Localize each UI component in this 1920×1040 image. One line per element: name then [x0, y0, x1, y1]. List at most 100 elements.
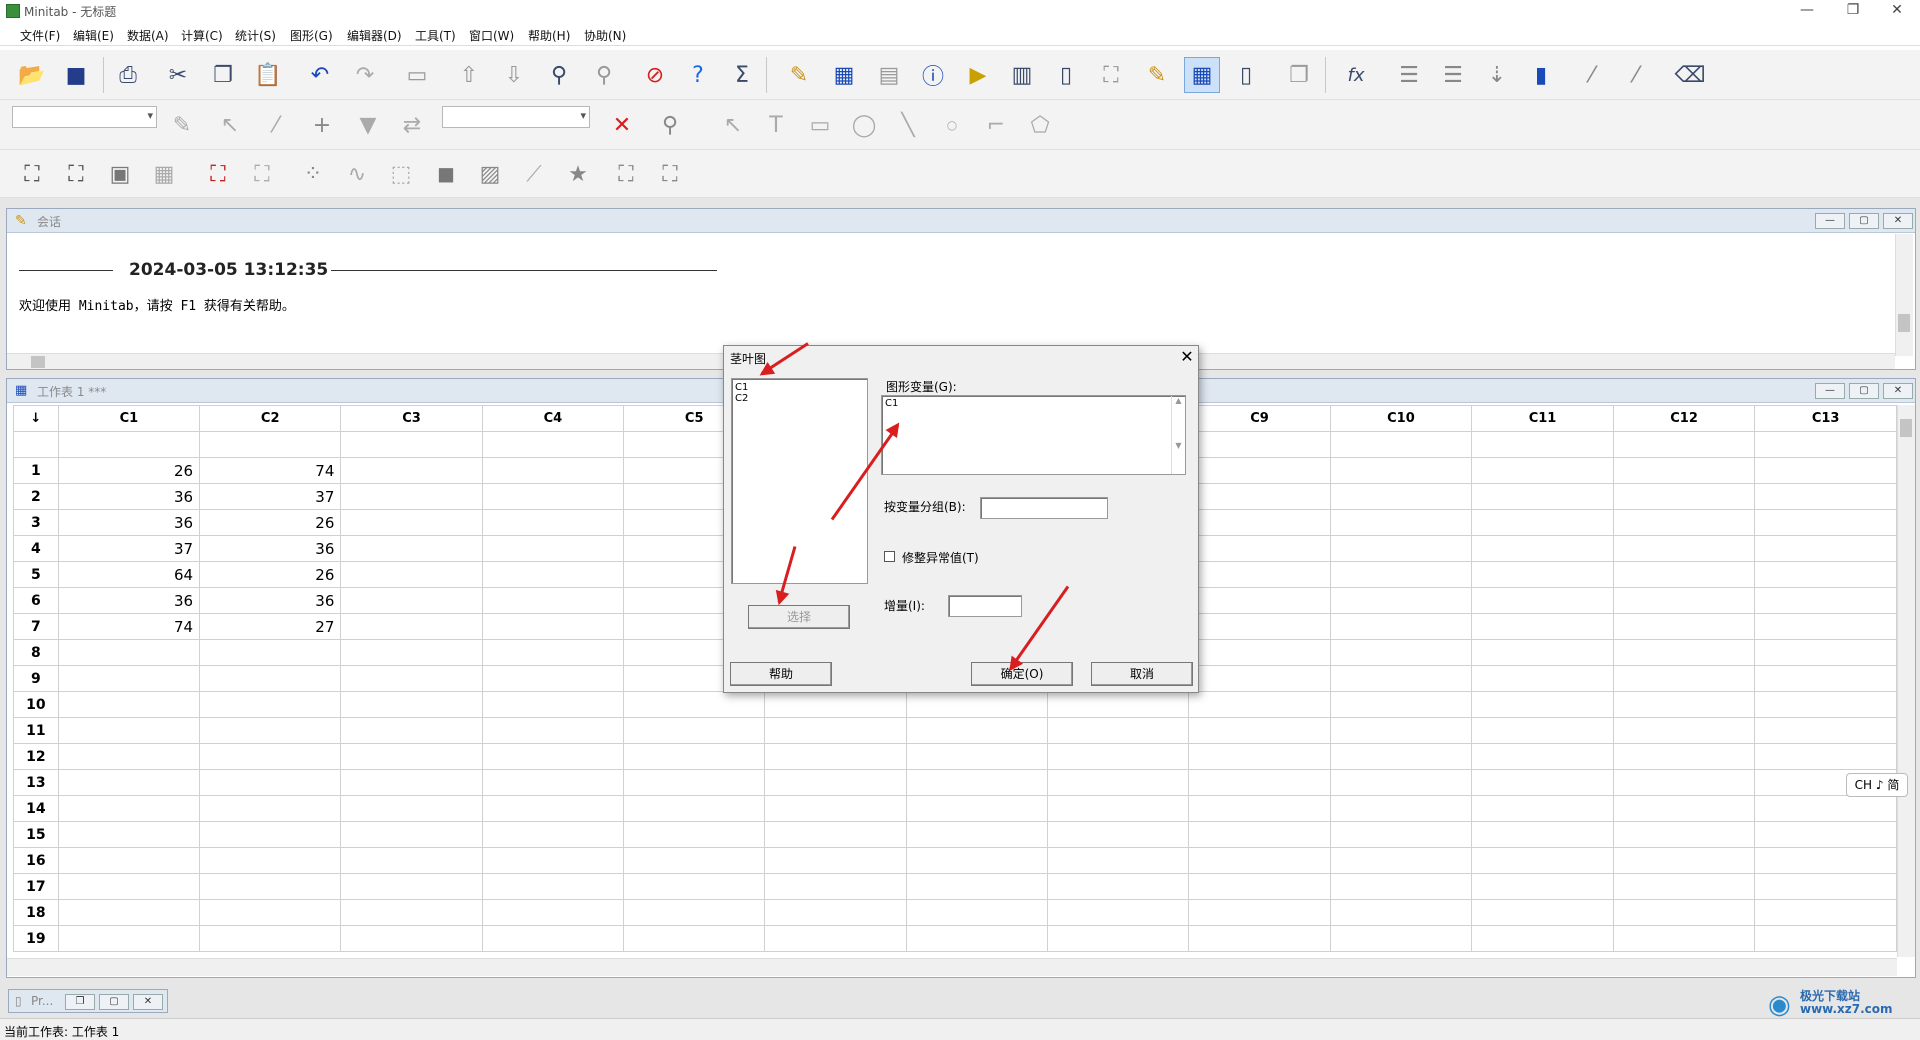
polyline-tool-icon[interactable]: ⌐ [978, 107, 1014, 143]
data-cell[interactable] [905, 769, 1049, 796]
data-cell[interactable] [764, 717, 907, 744]
column-name-cell[interactable] [1754, 431, 1897, 458]
data-cell[interactable] [481, 483, 625, 510]
column-name-cell[interactable] [481, 431, 625, 458]
data-cell[interactable] [481, 873, 625, 900]
row-number[interactable]: 5 [13, 561, 59, 588]
menu-calc[interactable]: 计算(C) [181, 27, 223, 44]
data-cell[interactable] [481, 795, 625, 822]
data-cell[interactable] [481, 561, 625, 588]
data-cell[interactable] [340, 509, 483, 536]
row-number[interactable]: 6 [13, 587, 59, 614]
graph-select-combo[interactable] [12, 106, 157, 128]
cancel-icon[interactable]: ⊘ [637, 57, 673, 93]
data-cell[interactable] [199, 639, 342, 666]
data-cell[interactable] [1471, 639, 1614, 666]
row-number[interactable]: 10 [13, 691, 59, 718]
data-cell[interactable] [1329, 925, 1473, 952]
data-cell[interactable] [1329, 561, 1473, 588]
polygon-tool-icon[interactable]: ⬠ [1022, 107, 1058, 143]
data-cell[interactable] [340, 457, 483, 484]
data-cell[interactable] [481, 925, 625, 952]
data-cell[interactable] [1612, 639, 1756, 666]
data-cell[interactable] [1188, 561, 1331, 588]
data-cell[interactable] [57, 847, 201, 874]
data-cell[interactable] [1047, 743, 1190, 770]
info-icon[interactable]: ⓘ [915, 57, 951, 93]
paint-icon[interactable]: ⁄ [258, 107, 294, 143]
data-cell[interactable] [1329, 509, 1473, 536]
data-cell[interactable] [905, 925, 1049, 952]
data-cell[interactable] [1188, 639, 1331, 666]
data-cell[interactable] [199, 691, 342, 718]
restore-button[interactable]: ❐ [65, 994, 95, 1010]
data-cell[interactable] [623, 795, 766, 822]
data-cell[interactable] [1754, 847, 1897, 874]
data-cell[interactable] [1329, 639, 1473, 666]
row-number[interactable]: 9 [13, 665, 59, 692]
data-cell[interactable]: 37 [199, 483, 342, 510]
data-cell[interactable] [481, 535, 625, 562]
close-icon[interactable]: ✕ [1874, 0, 1920, 22]
scroll-thumb[interactable] [1898, 314, 1910, 332]
data-cell[interactable] [1188, 717, 1331, 744]
data-cell[interactable] [1471, 561, 1614, 588]
maximize-button[interactable]: ▢ [99, 994, 129, 1010]
marker-tool-icon[interactable]: ○ [934, 107, 970, 143]
data-cell[interactable] [57, 743, 201, 770]
data-cell[interactable] [340, 847, 483, 874]
data-cell[interactable] [1329, 665, 1473, 692]
data-cell[interactable] [340, 821, 483, 848]
data-cell[interactable] [905, 899, 1049, 926]
data-cell[interactable] [764, 691, 907, 718]
line-tool-icon[interactable]: ╲ [890, 107, 926, 143]
data-cell[interactable] [1754, 639, 1897, 666]
data-cell[interactable]: 36 [57, 483, 201, 510]
data-cell[interactable] [1188, 899, 1331, 926]
data-cell[interactable] [199, 899, 342, 926]
data-cell[interactable] [57, 899, 201, 926]
data-cell[interactable] [1188, 665, 1331, 692]
data-cell[interactable] [764, 821, 907, 848]
trim-outliers-checkbox[interactable] [884, 551, 895, 562]
insert-columns-icon[interactable]: ☰ [1435, 57, 1471, 93]
select-region-icon[interactable]: ⛶ [14, 156, 50, 192]
axis-chart-icon[interactable]: ⟋ [516, 156, 552, 192]
arrow-down-icon[interactable]: ⇩ [496, 57, 532, 93]
data-cell[interactable] [1612, 899, 1756, 926]
data-cell[interactable] [1329, 769, 1473, 796]
data-cell[interactable] [481, 691, 625, 718]
data-cell[interactable] [340, 925, 483, 952]
scatter-tool-icon[interactable]: ⁘ [295, 156, 331, 192]
menu-graph[interactable]: 图形(G) [290, 27, 333, 44]
data-cell[interactable] [1188, 795, 1331, 822]
hscroll-thumb[interactable] [31, 356, 45, 368]
data-cell[interactable] [57, 873, 201, 900]
data-cell[interactable] [1188, 613, 1331, 640]
data-cell[interactable] [1471, 847, 1614, 874]
data-cell[interactable] [1612, 587, 1756, 614]
data-cell[interactable]: 36 [199, 535, 342, 562]
menu-help[interactable]: 帮助(H) [528, 27, 570, 44]
open-folder-icon[interactable]: 📂 [14, 57, 50, 93]
zoom-icon[interactable]: ⚲ [652, 107, 688, 143]
sigma-icon[interactable]: Σ [724, 57, 760, 93]
data-cell[interactable] [905, 847, 1049, 874]
data-cell[interactable] [1188, 483, 1331, 510]
data-cell[interactable] [1047, 821, 1190, 848]
data-cell[interactable] [340, 483, 483, 510]
data-cell[interactable] [199, 717, 342, 744]
column-header[interactable]: C1 [57, 405, 201, 432]
minimized-project-window[interactable]: ▯ Pr... ❐ ▢ ✕ [8, 989, 168, 1013]
grid-table-icon[interactable]: ▦ [146, 156, 182, 192]
data-cell[interactable] [1188, 821, 1331, 848]
data-cell[interactable] [1471, 665, 1614, 692]
data-cell[interactable] [623, 717, 766, 744]
data-cell[interactable] [481, 743, 625, 770]
column-header[interactable]: C9 [1188, 405, 1331, 432]
report-pad-icon[interactable]: ▥ [1004, 57, 1040, 93]
curve-tool-icon[interactable]: ∿ [339, 156, 375, 192]
list-item-c2[interactable]: C2 [735, 393, 748, 404]
data-cell[interactable] [623, 821, 766, 848]
data-cell[interactable] [481, 509, 625, 536]
